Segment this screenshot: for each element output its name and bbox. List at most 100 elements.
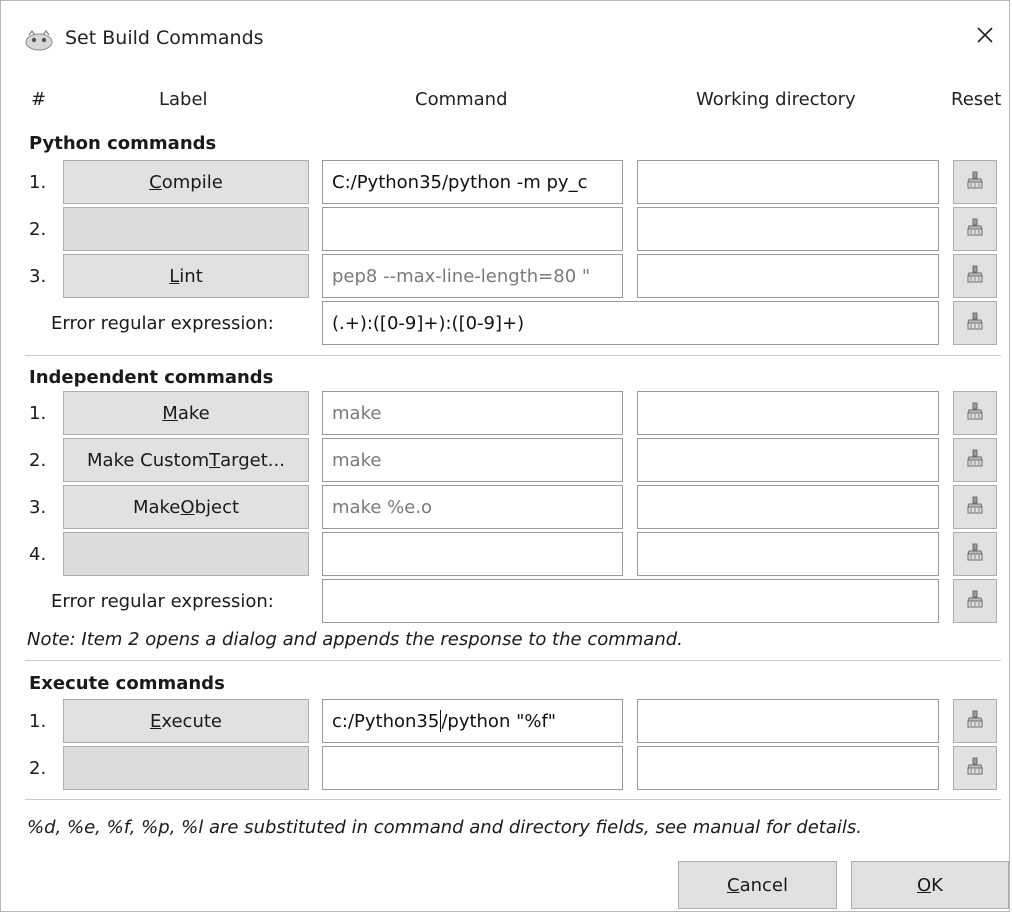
independent-error-regex-label: Error regular expression:: [51, 591, 274, 612]
reset-button[interactable]: [953, 532, 997, 576]
section-divider: [25, 799, 1001, 800]
label-text: bject: [194, 496, 240, 518]
independent-label-button-4[interactable]: [63, 532, 309, 576]
clear-icon: [965, 495, 985, 519]
header-working-directory: Working directory: [696, 89, 856, 110]
header-label: Label: [159, 89, 208, 110]
clear-icon: [965, 170, 985, 194]
label-text: ompile: [161, 171, 223, 193]
label-text: int: [179, 265, 203, 287]
independent-commands-title: Independent commands: [29, 367, 274, 388]
header-num: #: [31, 89, 47, 110]
row-number: 2.: [29, 450, 47, 471]
row-number: 1.: [29, 172, 47, 193]
python-command-field-1[interactable]: C:/Python35/python -m py_c: [322, 160, 623, 204]
execute-command-field-1[interactable]: c:/Python35/python "%f": [322, 699, 623, 743]
close-icon: [976, 26, 994, 48]
independent-command-field-2[interactable]: make: [322, 438, 623, 482]
close-button[interactable]: [963, 17, 1007, 57]
reset-button[interactable]: [953, 301, 997, 345]
label-mnemonic: M: [162, 402, 178, 424]
label-text: xecute: [161, 710, 222, 732]
cancel-mnemonic: C: [727, 874, 740, 896]
row-number: 1.: [29, 403, 47, 424]
execute-label-button-2[interactable]: [63, 746, 309, 790]
python-command-field-3[interactable]: pep8 --max-line-length=80 ": [322, 254, 623, 298]
label-text: Make: [132, 496, 181, 518]
dialog-title: Set Build Commands: [65, 27, 264, 49]
reset-button[interactable]: [953, 160, 997, 204]
section-divider: [25, 660, 1001, 661]
geany-icon: [23, 29, 55, 51]
python-command-field-2[interactable]: [322, 207, 623, 251]
command-text: /python "%f": [441, 710, 557, 732]
independent-label-button-3[interactable]: Make Object: [63, 485, 309, 529]
substitution-note: %d, %e, %f, %p, %l are substituted in co…: [27, 817, 862, 838]
row-number: 2.: [29, 219, 47, 240]
execute-label-button-1[interactable]: Execute: [63, 699, 309, 743]
clear-icon: [965, 589, 985, 613]
reset-button[interactable]: [953, 485, 997, 529]
python-workdir-field-3[interactable]: [637, 254, 939, 298]
independent-error-regex-field[interactable]: [322, 579, 939, 623]
clear-icon: [965, 264, 985, 288]
clear-icon: [965, 709, 985, 733]
row-number: 3.: [29, 266, 47, 287]
python-workdir-field-2[interactable]: [637, 207, 939, 251]
label-text: arget...: [220, 449, 285, 471]
independent-label-button-1[interactable]: Make: [63, 391, 309, 435]
reset-button[interactable]: [953, 699, 997, 743]
reset-button[interactable]: [953, 579, 997, 623]
ok-label: K: [931, 874, 943, 896]
python-commands-title: Python commands: [29, 133, 217, 154]
independent-workdir-field-1[interactable]: [637, 391, 939, 435]
reset-button[interactable]: [953, 438, 997, 482]
reset-button[interactable]: [953, 746, 997, 790]
ok-button[interactable]: OK: [851, 861, 1009, 909]
independent-workdir-field-2[interactable]: [637, 438, 939, 482]
reset-button[interactable]: [953, 391, 997, 435]
independent-workdir-field-3[interactable]: [637, 485, 939, 529]
row-number: 2.: [29, 758, 47, 779]
label-text: Make Custom: [87, 449, 210, 471]
header-command: Command: [415, 89, 508, 110]
execute-commands-title: Execute commands: [29, 673, 225, 694]
execute-command-field-2[interactable]: [322, 746, 623, 790]
python-label-button-2[interactable]: [63, 207, 309, 251]
python-label-button-3[interactable]: Lint: [63, 254, 309, 298]
independent-workdir-field-4[interactable]: [637, 532, 939, 576]
reset-button[interactable]: [953, 207, 997, 251]
section-divider: [25, 355, 1001, 356]
independent-command-field-1[interactable]: make: [322, 391, 623, 435]
set-build-commands-dialog: Set Build Commands # Label Command Worki…: [0, 0, 1010, 912]
label-mnemonic: T: [209, 449, 221, 471]
python-workdir-field-1[interactable]: [637, 160, 939, 204]
independent-note: Note: Item 2 opens a dialog and appends …: [27, 629, 683, 650]
cancel-label: ancel: [739, 874, 788, 896]
cancel-button[interactable]: Cancel: [678, 861, 837, 909]
independent-command-field-3[interactable]: make %e.o: [322, 485, 623, 529]
row-number: 4.: [29, 544, 47, 565]
label-mnemonic: O: [180, 496, 195, 518]
command-text: c:/Python35: [332, 710, 440, 732]
python-label-button-1[interactable]: Compile: [63, 160, 309, 204]
clear-icon: [965, 217, 985, 241]
python-error-regex-field[interactable]: (.+):([0-9]+):([0-9]+): [322, 301, 939, 345]
title-bar: Set Build Commands: [1, 1, 1009, 81]
row-number: 3.: [29, 497, 47, 518]
clear-icon: [965, 756, 985, 780]
label-mnemonic: C: [149, 171, 162, 193]
header-reset: Reset: [951, 89, 1002, 110]
label-mnemonic: L: [169, 265, 180, 287]
clear-icon: [965, 448, 985, 472]
row-number: 1.: [29, 711, 47, 732]
independent-label-button-2[interactable]: Make Custom Target...: [63, 438, 309, 482]
clear-icon: [965, 542, 985, 566]
execute-workdir-field-1[interactable]: [637, 699, 939, 743]
independent-command-field-4[interactable]: [322, 532, 623, 576]
clear-icon: [965, 311, 985, 335]
label-text: ake: [177, 402, 210, 424]
execute-workdir-field-2[interactable]: [637, 746, 939, 790]
reset-button[interactable]: [953, 254, 997, 298]
clear-icon: [965, 401, 985, 425]
